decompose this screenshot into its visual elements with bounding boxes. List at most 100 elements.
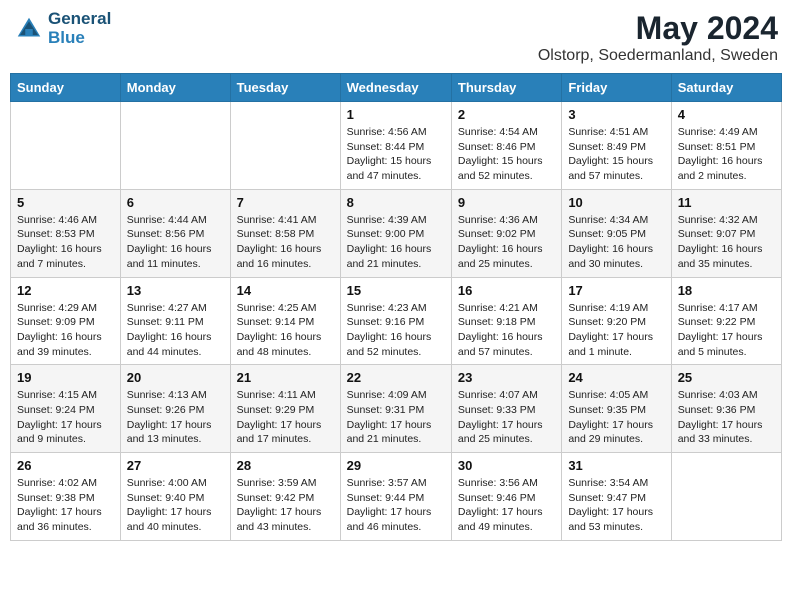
title-section: May 2024 Olstorp, Soedermanland, Sweden [538, 10, 778, 65]
day-info: Sunrise: 4:21 AMSunset: 9:18 PMDaylight:… [458, 301, 555, 360]
day-cell: 15 Sunrise: 4:23 AMSunset: 9:16 PMDayligh… [340, 277, 451, 365]
day-cell: 30 Sunrise: 3:56 AMSunset: 9:46 PMDayligh… [451, 453, 561, 541]
day-cell: 26 Sunrise: 4:02 AMSunset: 9:38 PMDayligh… [11, 453, 121, 541]
day-cell: 31Sunrise: 3:54 AMSunset: 9:47 PMDayligh… [562, 453, 671, 541]
day-number: 9 [458, 195, 555, 210]
day-number: 8 [347, 195, 445, 210]
day-cell: 21 Sunrise: 4:11 AMSunset: 9:29 PMDayligh… [230, 365, 340, 453]
day-cell: 22 Sunrise: 4:09 AMSunset: 9:31 PMDayligh… [340, 365, 451, 453]
day-number: 16 [458, 283, 555, 298]
week-row-5: 26 Sunrise: 4:02 AMSunset: 9:38 PMDayligh… [11, 453, 782, 541]
day-number: 14 [237, 283, 334, 298]
day-number: 28 [237, 458, 334, 473]
day-number: 31 [568, 458, 664, 473]
day-cell: 16 Sunrise: 4:21 AMSunset: 9:18 PMDayligh… [451, 277, 561, 365]
day-info: Sunrise: 4:32 AMSunset: 9:07 PMDaylight:… [678, 213, 775, 272]
day-info: Sunrise: 4:36 AMSunset: 9:02 PMDaylight:… [458, 213, 555, 272]
column-header-monday: Monday [120, 74, 230, 102]
location-title: Olstorp, Soedermanland, Sweden [538, 47, 778, 65]
day-number: 23 [458, 370, 555, 385]
day-cell: 18 Sunrise: 4:17 AMSunset: 9:22 PMDayligh… [671, 277, 781, 365]
day-number: 6 [127, 195, 224, 210]
day-number: 30 [458, 458, 555, 473]
day-cell [671, 453, 781, 541]
column-header-thursday: Thursday [451, 74, 561, 102]
day-number: 1 [347, 107, 445, 122]
day-headers-row: SundayMondayTuesdayWednesdayThursdayFrid… [11, 74, 782, 102]
month-title: May 2024 [538, 10, 778, 47]
day-number: 2 [458, 107, 555, 122]
day-info: Sunrise: 4:13 AMSunset: 9:26 PMDaylight:… [127, 388, 224, 447]
day-number: 19 [17, 370, 114, 385]
day-info: Sunrise: 3:56 AMSunset: 9:46 PMDaylight:… [458, 476, 555, 535]
day-number: 15 [347, 283, 445, 298]
day-number: 26 [17, 458, 114, 473]
day-info: Sunrise: 4:09 AMSunset: 9:31 PMDaylight:… [347, 388, 445, 447]
day-number: 10 [568, 195, 664, 210]
day-info: Sunrise: 4:44 AMSunset: 8:56 PMDaylight:… [127, 213, 224, 272]
day-number: 29 [347, 458, 445, 473]
day-number: 18 [678, 283, 775, 298]
day-cell: 27Sunrise: 4:00 AMSunset: 9:40 PMDayligh… [120, 453, 230, 541]
day-cell: 17Sunrise: 4:19 AMSunset: 9:20 PMDayligh… [562, 277, 671, 365]
day-cell: 9 Sunrise: 4:36 AMSunset: 9:02 PMDaylight… [451, 189, 561, 277]
logo-text: General Blue [48, 10, 111, 47]
day-cell [11, 102, 121, 190]
column-header-saturday: Saturday [671, 74, 781, 102]
day-info: Sunrise: 4:11 AMSunset: 9:29 PMDaylight:… [237, 388, 334, 447]
day-cell: 28Sunrise: 3:59 AMSunset: 9:42 PMDayligh… [230, 453, 340, 541]
day-cell: 24 Sunrise: 4:05 AMSunset: 9:35 PMDayligh… [562, 365, 671, 453]
day-number: 11 [678, 195, 775, 210]
day-info: Sunrise: 4:19 AMSunset: 9:20 PMDaylight:… [568, 301, 664, 360]
day-cell: 12Sunrise: 4:29 AMSunset: 9:09 PMDayligh… [11, 277, 121, 365]
day-info: Sunrise: 3:57 AMSunset: 9:44 PMDaylight:… [347, 476, 445, 535]
day-info: Sunrise: 4:23 AMSunset: 9:16 PMDaylight:… [347, 301, 445, 360]
week-row-2: 5 Sunrise: 4:46 AMSunset: 8:53 PMDaylight… [11, 189, 782, 277]
column-header-friday: Friday [562, 74, 671, 102]
calendar-table: SundayMondayTuesdayWednesdayThursdayFrid… [10, 73, 782, 541]
day-info: Sunrise: 4:03 AMSunset: 9:36 PMDaylight:… [678, 388, 775, 447]
logo-icon [14, 14, 44, 44]
day-info: Sunrise: 4:39 AMSunset: 9:00 PMDaylight:… [347, 213, 445, 272]
week-row-4: 19Sunrise: 4:15 AMSunset: 9:24 PMDayligh… [11, 365, 782, 453]
day-info: Sunrise: 4:25 AMSunset: 9:14 PMDaylight:… [237, 301, 334, 360]
day-cell: 5 Sunrise: 4:46 AMSunset: 8:53 PMDaylight… [11, 189, 121, 277]
day-number: 20 [127, 370, 224, 385]
day-cell: 23 Sunrise: 4:07 AMSunset: 9:33 PMDayligh… [451, 365, 561, 453]
column-header-tuesday: Tuesday [230, 74, 340, 102]
column-header-sunday: Sunday [11, 74, 121, 102]
day-number: 12 [17, 283, 114, 298]
day-number: 21 [237, 370, 334, 385]
day-info: Sunrise: 4:51 AMSunset: 8:49 PMDaylight:… [568, 125, 664, 184]
day-number: 22 [347, 370, 445, 385]
day-info: Sunrise: 4:54 AMSunset: 8:46 PMDaylight:… [458, 125, 555, 184]
day-cell: 10 Sunrise: 4:34 AMSunset: 9:05 PMDayligh… [562, 189, 671, 277]
day-number: 4 [678, 107, 775, 122]
page-header: General Blue May 2024 Olstorp, Soederman… [10, 10, 782, 65]
day-cell: 11 Sunrise: 4:32 AMSunset: 9:07 PMDayligh… [671, 189, 781, 277]
day-number: 25 [678, 370, 775, 385]
day-number: 7 [237, 195, 334, 210]
day-cell [230, 102, 340, 190]
day-cell: 14 Sunrise: 4:25 AMSunset: 9:14 PMDayligh… [230, 277, 340, 365]
day-number: 5 [17, 195, 114, 210]
day-number: 24 [568, 370, 664, 385]
day-info: Sunrise: 4:41 AMSunset: 8:58 PMDaylight:… [237, 213, 334, 272]
day-cell: 4Sunrise: 4:49 AMSunset: 8:51 PMDaylight… [671, 102, 781, 190]
day-cell: 7 Sunrise: 4:41 AMSunset: 8:58 PMDaylight… [230, 189, 340, 277]
day-cell: 2 Sunrise: 4:54 AMSunset: 8:46 PMDaylight… [451, 102, 561, 190]
day-cell: 3Sunrise: 4:51 AMSunset: 8:49 PMDaylight… [562, 102, 671, 190]
day-cell: 1Sunrise: 4:56 AMSunset: 8:44 PMDaylight… [340, 102, 451, 190]
day-number: 13 [127, 283, 224, 298]
day-info: Sunrise: 4:05 AMSunset: 9:35 PMDaylight:… [568, 388, 664, 447]
week-row-1: 1Sunrise: 4:56 AMSunset: 8:44 PMDaylight… [11, 102, 782, 190]
day-cell: 20 Sunrise: 4:13 AMSunset: 9:26 PMDayligh… [120, 365, 230, 453]
day-info: Sunrise: 4:46 AMSunset: 8:53 PMDaylight:… [17, 213, 114, 272]
logo: General Blue [14, 10, 111, 47]
day-info: Sunrise: 4:07 AMSunset: 9:33 PMDaylight:… [458, 388, 555, 447]
day-info: Sunrise: 4:17 AMSunset: 9:22 PMDaylight:… [678, 301, 775, 360]
day-info: Sunrise: 4:02 AMSunset: 9:38 PMDaylight:… [17, 476, 114, 535]
day-info: Sunrise: 4:34 AMSunset: 9:05 PMDaylight:… [568, 213, 664, 272]
day-cell [120, 102, 230, 190]
day-cell: 13Sunrise: 4:27 AMSunset: 9:11 PMDayligh… [120, 277, 230, 365]
